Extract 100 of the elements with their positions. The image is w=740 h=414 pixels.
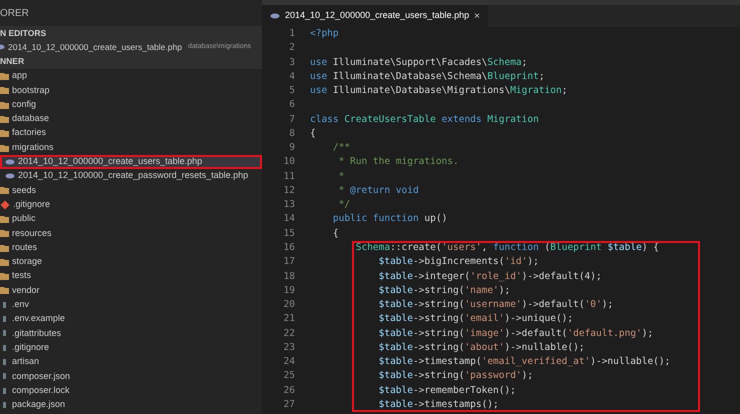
file-item[interactable]: package.json [0, 398, 262, 412]
code-line: use Illuminate\Database\Schema\Blueprint; [310, 70, 545, 84]
folder-item[interactable]: seeds [0, 183, 262, 198]
line-number: 20 [282, 298, 295, 312]
folder-icon [0, 256, 9, 267]
line-number: 13 [282, 198, 295, 212]
line-number: 24 [282, 355, 295, 370]
line-number: 3 [288, 56, 295, 70]
file-item[interactable]: .gitignore [0, 340, 262, 355]
line-number: 2 [288, 41, 295, 56]
code-line: */ [338, 198, 350, 212]
file-icon [0, 386, 9, 396]
php-file-icon [5, 156, 15, 167]
folder-icon [0, 228, 9, 238]
line-number: 25 [282, 369, 295, 384]
folder-item[interactable]: migrations [0, 140, 262, 155]
section-header[interactable]: NNER [0, 55, 24, 68]
folder-item[interactable]: config [0, 97, 262, 112]
code-line: $table->string('image')->default('default.png'); [378, 326, 654, 341]
file-icon [0, 300, 9, 310]
folder-icon [0, 142, 9, 153]
file-icon [0, 400, 9, 410]
file-item[interactable]: 2014_10_12_000000_create_users_table.php [0, 154, 262, 169]
line-number: 27 [282, 398, 295, 412]
section-header[interactable]: N EDITORS [0, 26, 46, 40]
folder-icon [0, 85, 9, 96]
explorer-title: ORER [0, 6, 29, 20]
folder-item[interactable]: bootstrap [0, 83, 262, 98]
line-number: 6 [288, 98, 295, 112]
code-line: { [332, 226, 339, 241]
folder-item[interactable]: database [0, 112, 262, 126]
folder-item[interactable]: factories [0, 126, 262, 140]
code-line: * Run the migrations. [338, 155, 459, 170]
code-line: public function up() [332, 212, 448, 226]
file-item[interactable]: composer.lock [0, 383, 262, 398]
code-line: $table->integer('role_id')->default(4); [378, 270, 602, 284]
code-line: $table->string('password'); [378, 369, 534, 384]
folder-item[interactable]: storage [0, 254, 262, 270]
file-item[interactable]: .env.example [0, 312, 262, 326]
file-icon [0, 342, 9, 353]
code-line: * [338, 170, 344, 184]
folder-icon [0, 185, 9, 196]
line-number: 7 [288, 112, 295, 127]
close-button[interactable]: × [474, 8, 480, 24]
file-item[interactable]: .gitattributes [0, 326, 262, 341]
file-item[interactable]: composer.json [0, 369, 262, 384]
folder-item[interactable]: resources [0, 226, 262, 240]
file-item[interactable]: artisan [0, 354, 262, 370]
code-line: Schema::create('users', function (Blueprint $table) { [354, 240, 659, 255]
code-line: class CreateUsersTable extends Migration [310, 112, 539, 127]
folder-icon [0, 114, 9, 124]
line-number: 21 [282, 312, 295, 326]
line-number: 12 [282, 184, 295, 198]
file-icon [0, 371, 9, 382]
code-line: $table->string('name'); [378, 284, 510, 298]
folder-icon [0, 214, 9, 224]
line-number: 5 [288, 84, 295, 98]
code-line: * @return void [338, 184, 419, 198]
git-icon [0, 200, 10, 210]
folder-icon [0, 271, 9, 282]
editor-tab[interactable]: 2014_10_12_000000_create_users_table.php × [262, 5, 488, 27]
code-line: $table->string('email')->unique(); [378, 312, 574, 326]
file-icon [0, 328, 9, 338]
line-number: 17 [282, 255, 295, 270]
code-line: use Illuminate\Support\Facades\Schema; [310, 56, 528, 70]
folder-icon [0, 100, 9, 110]
folder-item[interactable]: app [0, 68, 262, 84]
line-number: 19 [282, 284, 295, 298]
line-number: 18 [282, 270, 295, 284]
line-number: 26 [282, 384, 295, 398]
line-number: 9 [288, 141, 295, 156]
code-line: $table->timestamp('email_verified_at')->nullable(); [378, 355, 670, 370]
line-number: 15 [282, 226, 295, 241]
code-line: $table->rememberToken(); [378, 384, 516, 398]
php-file-icon [270, 11, 280, 21]
folder-item[interactable]: routes [0, 240, 262, 255]
line-number: 22 [282, 326, 295, 341]
line-number: 1 [288, 27, 295, 41]
code-line: $table->timestamps(); [378, 398, 499, 412]
line-number: 23 [282, 340, 295, 355]
line-number: 11 [282, 170, 295, 184]
line-number: 16 [282, 240, 295, 255]
folder-icon [0, 71, 9, 82]
code-line: <?php [310, 27, 339, 41]
code-line: $table->string('username')->default('0'); [378, 298, 614, 312]
folder-item[interactable]: tests [0, 269, 262, 284]
code-line: /** [332, 141, 350, 156]
code-line: use Illuminate\Database\Migrations\Migration; [310, 84, 568, 98]
code-line: $table->bigIncrements('id'); [378, 255, 539, 270]
folder-item[interactable]: vendor [0, 283, 262, 298]
file-item[interactable]: .env [0, 298, 262, 312]
file-item[interactable]: .gitignore [0, 198, 262, 212]
folder-item[interactable]: public [0, 212, 262, 226]
folder-icon [0, 242, 9, 253]
line-number: 8 [288, 126, 295, 141]
line-number: 14 [282, 212, 295, 226]
php-file-icon [5, 171, 15, 182]
code-line: $table->string('about')->nullable(); [378, 340, 585, 355]
file-item[interactable]: 2014_10_12_100000_create_password_resets_table.php [0, 168, 262, 184]
line-number: 10 [282, 155, 295, 170]
